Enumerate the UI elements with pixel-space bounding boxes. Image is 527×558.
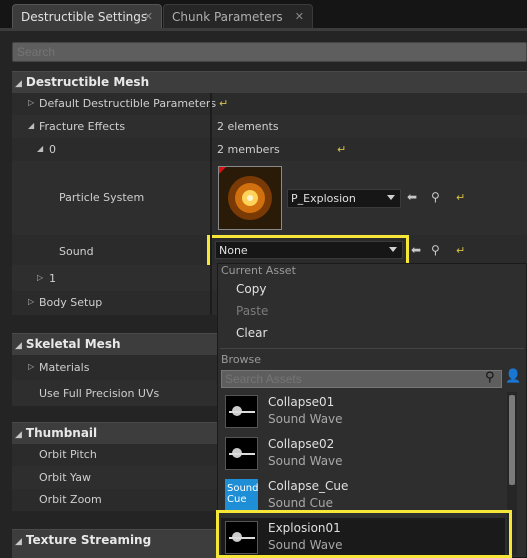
sound-wave-thumbnail xyxy=(225,437,258,470)
property-label: Body Setup xyxy=(39,296,103,309)
column-divider[interactable] xyxy=(210,93,212,315)
property-label: Orbit Yaw xyxy=(39,471,91,484)
property-row-fracture-effects: ◢ Fracture Effects 2 elements xyxy=(12,115,527,138)
asset-search-input[interactable] xyxy=(221,370,502,388)
asset-name: Collapse02 xyxy=(268,437,335,451)
sound-wave-thumbnail xyxy=(225,395,258,428)
property-label: Orbit Pitch xyxy=(39,448,97,461)
property-row-sound: Sound None ⬅ ⚲ ↵ xyxy=(12,235,527,268)
explosion-highlight-box xyxy=(216,510,512,558)
chevron-down-icon xyxy=(389,247,397,252)
asset-list-item[interactable]: Collapse01 Sound Wave xyxy=(221,392,505,434)
user-filter-icon[interactable]: 👤 xyxy=(505,369,521,384)
category-title: Skeletal Mesh xyxy=(25,337,121,351)
category-title: Texture Streaming xyxy=(25,533,152,547)
combo-value: None xyxy=(219,244,248,257)
sound-cue-thumb-text: Sound Cue xyxy=(227,483,259,505)
asset-type: Sound Wave xyxy=(268,412,343,426)
collapse-arrow-icon[interactable]: ◢ xyxy=(28,121,34,130)
menu-section-header: Browse xyxy=(221,353,262,366)
asset-list-item[interactable]: Collapse02 Sound Wave xyxy=(221,434,505,476)
asset-name: Collapse_Cue xyxy=(268,479,349,493)
collapse-arrow-icon: ◢ xyxy=(15,430,22,440)
close-icon[interactable]: ✕ xyxy=(144,10,153,23)
search-input[interactable] xyxy=(12,42,527,62)
tab-destructible-settings[interactable]: Destructible Settings ✕ xyxy=(12,4,162,29)
tab-label: Chunk Parameters xyxy=(172,10,283,24)
property-row-default-params: ▷ Default Destructible Parameters ↵ xyxy=(12,93,527,115)
tab-chunk-parameters[interactable]: Chunk Parameters ✕ xyxy=(163,4,313,29)
browse-search-icon[interactable]: ⚲ xyxy=(431,190,440,204)
use-selected-arrow-icon[interactable]: ⬅ xyxy=(407,190,417,204)
use-selected-arrow-icon[interactable]: ⬅ xyxy=(411,243,421,257)
collapse-arrow-icon: ◢ xyxy=(15,341,22,351)
property-value: 2 elements xyxy=(217,120,279,133)
collapse-arrow-icon: ◢ xyxy=(15,79,22,89)
sound-combo[interactable]: None xyxy=(215,241,403,259)
asset-type: Sound Cue xyxy=(268,496,333,510)
expand-arrow-icon[interactable]: ▷ xyxy=(28,297,34,306)
property-value: 2 members xyxy=(217,143,280,156)
search-icon: ⚲ xyxy=(485,370,495,385)
property-label: Default Destructible Parameters xyxy=(39,97,217,110)
clear-menu-item[interactable]: Clear xyxy=(236,326,267,340)
copy-menu-item[interactable]: Copy xyxy=(236,282,266,296)
expand-arrow-icon[interactable]: ▷ xyxy=(37,273,43,282)
property-label: Fracture Effects xyxy=(39,120,126,133)
category-destructible-mesh[interactable]: ◢ Destructible Mesh xyxy=(12,71,527,93)
sound-wave-line xyxy=(229,411,255,413)
explosion-icon xyxy=(219,167,281,229)
paste-menu-item[interactable]: Paste xyxy=(236,304,268,318)
scrollbar-thumb[interactable] xyxy=(509,395,515,485)
sound-wave-line xyxy=(229,453,255,455)
asset-name: Collapse01 xyxy=(268,395,335,409)
expand-arrow-icon[interactable]: ▷ xyxy=(28,362,34,371)
category-title: Thumbnail xyxy=(25,426,98,440)
tab-label: Destructible Settings xyxy=(21,10,148,24)
property-row-element-0: ◢ 0 2 members ↵ xyxy=(12,138,527,161)
category-title: Destructible Mesh xyxy=(25,75,150,89)
combo-value: P_Explosion xyxy=(291,192,356,205)
browse-search-icon[interactable]: ⚲ xyxy=(431,243,440,257)
menu-section-header: Current Asset xyxy=(221,264,296,277)
array-index-label: 0 xyxy=(49,143,56,156)
expand-arrow-icon[interactable]: ▷ xyxy=(28,98,34,107)
property-row-particle-system: Particle System P_Explosion ⬅ ⚲ ↵ xyxy=(12,161,527,235)
particle-thumbnail[interactable] xyxy=(218,166,282,230)
menu-separator xyxy=(220,348,524,349)
collapse-arrow-icon: ◢ xyxy=(15,537,22,547)
property-label: Sound xyxy=(59,245,94,258)
array-index-label: 1 xyxy=(49,272,56,285)
reset-to-default-icon[interactable]: ↵ xyxy=(337,143,346,156)
close-icon[interactable]: ✕ xyxy=(295,10,304,23)
property-label: Use Full Precision UVs xyxy=(39,387,160,400)
reset-to-default-icon[interactable]: ↵ xyxy=(219,97,228,110)
property-label: Particle System xyxy=(59,191,145,204)
collapse-arrow-icon[interactable]: ◢ xyxy=(37,144,43,153)
reset-to-default-icon[interactable]: ↵ xyxy=(456,191,465,204)
particle-system-combo[interactable]: P_Explosion xyxy=(287,189,401,208)
sound-cue-thumbnail: Sound Cue xyxy=(225,479,259,512)
property-label: Orbit Zoom xyxy=(39,493,102,506)
chevron-down-icon xyxy=(387,195,395,200)
asset-type: Sound Wave xyxy=(268,454,343,468)
reset-to-default-icon[interactable]: ↵ xyxy=(456,244,465,257)
property-label: Materials xyxy=(39,361,90,374)
